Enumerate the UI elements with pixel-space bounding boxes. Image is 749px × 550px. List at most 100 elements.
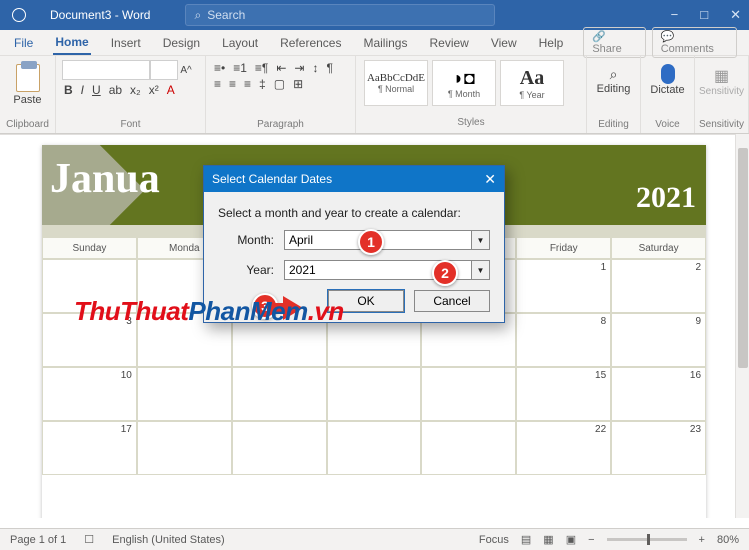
date-cell[interactable]: 9 [611,313,706,367]
weekday-cell: Sunday [42,237,137,259]
date-cell[interactable]: 22 [516,421,611,475]
vertical-scrollbar[interactable] [735,134,749,518]
align-center-button[interactable]: ≡ [227,77,238,91]
indent-right-button[interactable]: ⇥ [292,61,306,75]
focus-mode[interactable]: Focus [479,534,509,546]
font-size-combo[interactable] [150,60,178,80]
date-cell[interactable] [327,367,422,421]
date-cell[interactable]: 16 [611,367,706,421]
date-cell[interactable]: 10 [42,367,137,421]
strike-button[interactable]: ab [107,83,124,97]
font-color-button[interactable]: A [165,83,177,97]
date-cell[interactable]: 2 [611,259,706,313]
tab-home[interactable]: Home [53,31,90,55]
underline-button[interactable]: U [90,83,103,97]
style-normal[interactable]: AaBbCcDdE¶ Normal [364,60,428,106]
style-year[interactable]: Aa¶ Year [500,60,564,106]
sub-button[interactable]: x₂ [128,83,143,97]
zoom-in-button[interactable]: + [699,534,705,546]
weekday-cell: Saturday [611,237,706,259]
close-button[interactable]: ✕ [730,7,741,23]
date-cell[interactable]: 17 [42,421,137,475]
date-cell[interactable] [327,421,422,475]
tab-view[interactable]: View [489,32,519,54]
multilevel-button[interactable]: ≡¶ [253,61,270,75]
tab-design[interactable]: Design [161,32,202,54]
language[interactable]: English (United States) [112,534,225,546]
year-label: Year: [218,263,274,277]
view-read-icon[interactable]: ▦ [543,533,553,546]
chevron-down-icon[interactable]: ▼ [472,260,490,280]
date-cell[interactable]: 1 [516,259,611,313]
group-clipboard: Paste Clipboard [0,56,56,133]
tab-help[interactable]: Help [537,32,566,54]
cancel-button[interactable]: Cancel [414,290,490,312]
search-input[interactable]: ⌕ Search [185,4,495,26]
bold-button[interactable]: B [62,83,75,97]
comments-button[interactable]: 💬 Comments [652,27,737,58]
shading-button[interactable]: ▢ [272,77,287,91]
sensitivity-icon[interactable]: ▦ [714,66,729,86]
paste-icon[interactable] [16,64,40,92]
zoom-slider[interactable] [607,538,687,541]
chevron-down-icon[interactable]: ▼ [472,230,490,250]
tab-review[interactable]: Review [427,32,470,54]
line-spacing-button[interactable]: ‡ [257,77,268,91]
tab-mailings[interactable]: Mailings [361,32,409,54]
title-bar: Document3 - Word ⌕ Search − □ ✕ [0,0,749,30]
align-left-button[interactable]: ≡ [212,77,223,91]
date-cell[interactable] [421,367,516,421]
dialog-close-icon[interactable]: ✕ [484,171,496,188]
align-right-button[interactable]: ≡ [242,77,253,91]
maximize-button[interactable]: □ [700,7,708,23]
dictate-button[interactable]: Dictate [650,84,684,96]
tab-insert[interactable]: Insert [109,32,143,54]
sort-button[interactable]: ↕ [310,61,320,75]
paste-label[interactable]: Paste [13,94,41,106]
date-cell[interactable]: 15 [516,367,611,421]
group-styles: AaBbCcDdE¶ Normal ◗◘¶ Month Aa¶ Year Sty… [356,56,587,133]
autosave-toggle[interactable] [12,8,26,22]
view-web-icon[interactable]: ▣ [566,533,576,546]
mic-icon[interactable] [661,64,675,84]
minimize-button[interactable]: − [671,7,679,23]
ribbon: Paste Clipboard A^ B I U ab x₂ x² A Font… [0,56,749,134]
tab-layout[interactable]: Layout [220,32,260,54]
tab-file[interactable]: File [12,32,35,54]
sensitivity-button[interactable]: Sensitivity [699,86,744,97]
text-stats-icon[interactable]: ☐ [84,533,94,546]
date-cell[interactable] [137,421,232,475]
style-month[interactable]: ◗◘¶ Month [432,60,496,106]
document-title: Document3 - Word [50,8,150,22]
borders-button[interactable]: ⊞ [291,77,305,91]
editing-button[interactable]: Editing [597,83,631,95]
date-cell[interactable] [421,421,516,475]
date-cell[interactable]: 23 [611,421,706,475]
date-cell[interactable] [137,367,232,421]
font-name-combo[interactable] [62,60,150,80]
grow-font-button[interactable]: A^ [178,60,194,80]
pilcrow-button[interactable]: ¶ [324,61,334,75]
month-combo[interactable]: ▼ [284,230,490,250]
sup-button[interactable]: x² [147,83,161,97]
bullets-button[interactable]: ≡• [212,61,227,75]
dialog-title: Select Calendar Dates [212,172,332,186]
share-button[interactable]: 🔗 Share [583,27,645,58]
view-print-icon[interactable]: ▤ [521,533,531,546]
tab-references[interactable]: References [278,32,343,54]
numbering-button[interactable]: ≡1 [231,61,249,75]
indent-left-button[interactable]: ⇤ [274,61,288,75]
date-cell[interactable] [232,367,327,421]
year-combo[interactable]: ▼ [284,260,490,280]
page-count[interactable]: Page 1 of 1 [10,534,66,546]
find-icon[interactable]: ⌕ [610,66,618,83]
month-label: Month: [218,233,274,247]
date-cell[interactable]: 8 [516,313,611,367]
zoom-out-button[interactable]: − [588,534,594,546]
annotation-badge-1: 1 [358,229,384,255]
italic-button[interactable]: I [79,83,86,97]
zoom-level[interactable]: 80% [717,534,739,546]
dialog-titlebar[interactable]: Select Calendar Dates ✕ [204,166,504,192]
date-cell[interactable] [232,421,327,475]
search-icon: ⌕ [194,8,201,23]
